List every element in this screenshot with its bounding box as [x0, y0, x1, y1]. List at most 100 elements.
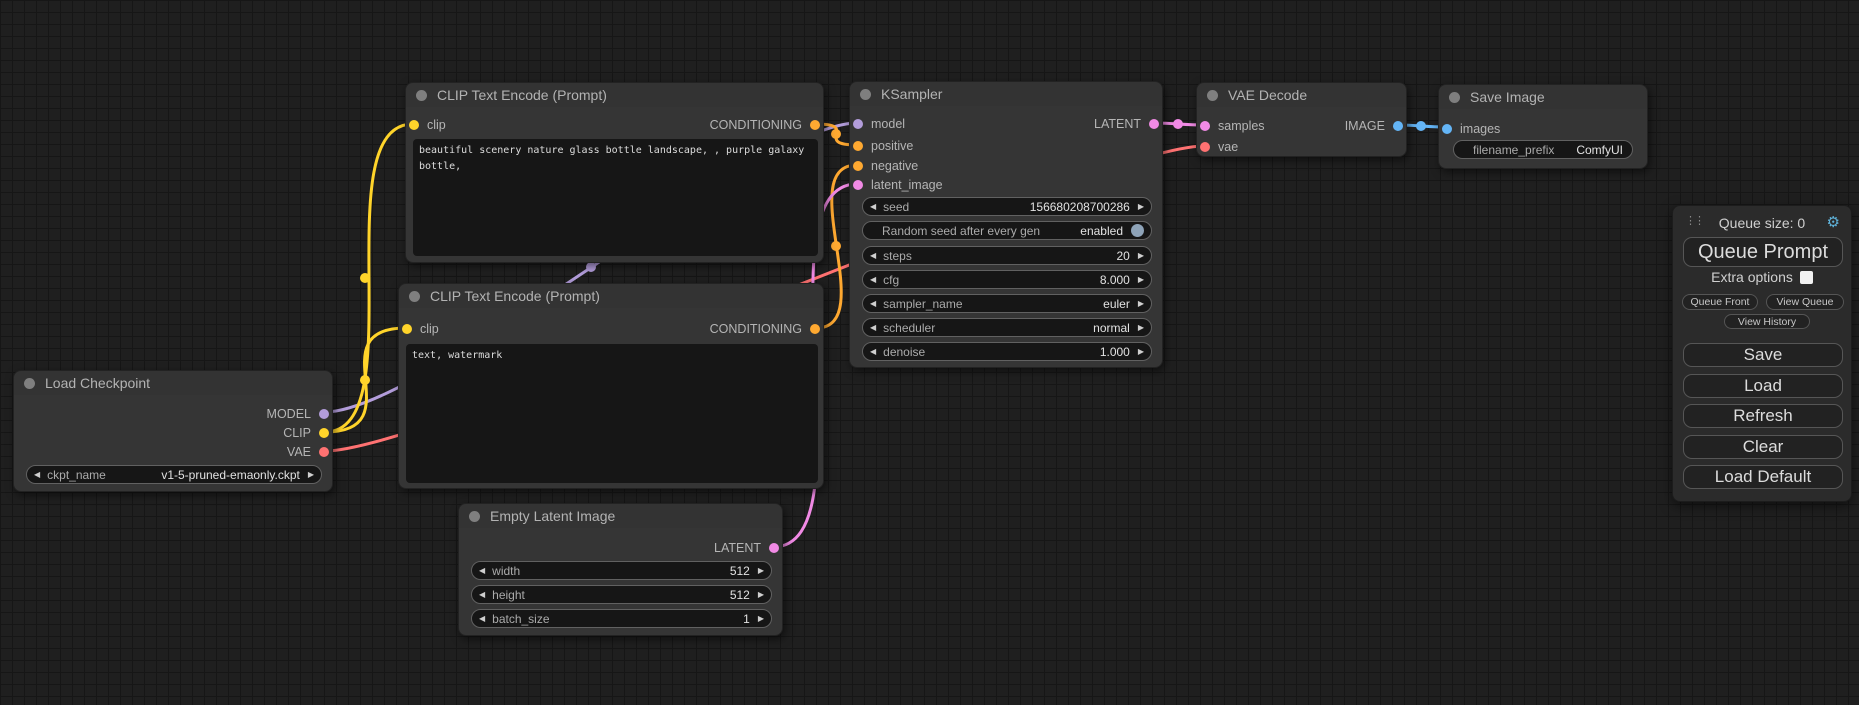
decrement-arrow-icon[interactable]: ◀: [870, 252, 876, 260]
node-collapse-dot[interactable]: [469, 511, 480, 522]
widget-value[interactable]: v1-5-pruned-emaonly.ckpt: [161, 468, 300, 482]
node-empty-latent-image[interactable]: Empty Latent Image LATENT ◀ width 512 ▶ …: [458, 503, 783, 636]
node-save-image[interactable]: Save Image images filename_prefix ComfyU…: [1438, 84, 1648, 169]
increment-arrow-icon[interactable]: ▶: [758, 615, 764, 623]
decrement-arrow-icon[interactable]: ◀: [870, 348, 876, 356]
input-slot-clip[interactable]: [409, 120, 419, 130]
input-slot-positive[interactable]: [853, 141, 863, 151]
next-value-arrow-icon[interactable]: ▶: [308, 471, 314, 479]
node-titlebar[interactable]: KSampler: [850, 82, 1162, 106]
widget-label: denoise: [883, 345, 925, 359]
node-graph-canvas[interactable]: Load Checkpoint MODEL CLIP VAE ◀ ckpt_na…: [0, 0, 1859, 705]
node-titlebar[interactable]: VAE Decode: [1197, 83, 1406, 107]
node-collapse-dot[interactable]: [860, 89, 871, 100]
node-titlebar[interactable]: CLIP Text Encode (Prompt): [399, 284, 823, 308]
widget-value[interactable]: 156680208700286: [1030, 200, 1130, 214]
decrement-arrow-icon[interactable]: ◀: [870, 300, 876, 308]
increment-arrow-icon[interactable]: ▶: [758, 591, 764, 599]
denoise-widget[interactable]: ◀ denoise 1.000 ▶: [862, 342, 1152, 361]
width-widget[interactable]: ◀ width 512 ▶: [471, 561, 772, 580]
seed-widget[interactable]: ◀ seed 156680208700286 ▶: [862, 197, 1152, 216]
height-widget[interactable]: ◀ height 512 ▶: [471, 585, 772, 604]
node-titlebar[interactable]: CLIP Text Encode (Prompt): [406, 83, 823, 107]
increment-arrow-icon[interactable]: ▶: [1138, 276, 1144, 284]
scheduler-widget[interactable]: ◀ scheduler normal ▶: [862, 318, 1152, 337]
increment-arrow-icon[interactable]: ▶: [1138, 324, 1144, 332]
filename-prefix-widget[interactable]: filename_prefix ComfyUI: [1453, 140, 1633, 159]
queue-front-button[interactable]: Queue Front: [1682, 294, 1758, 310]
decrement-arrow-icon[interactable]: ◀: [479, 567, 485, 575]
output-slot-latent[interactable]: [769, 543, 779, 553]
cfg-widget[interactable]: ◀ cfg 8.000 ▶: [862, 270, 1152, 289]
widget-value[interactable]: 512: [730, 564, 750, 578]
output-slot-clip[interactable]: [319, 428, 329, 438]
decrement-arrow-icon[interactable]: ◀: [479, 615, 485, 623]
prompt-text-negative[interactable]: text, watermark: [406, 344, 818, 483]
input-slot-images[interactable]: [1442, 124, 1452, 134]
node-collapse-dot[interactable]: [24, 378, 35, 389]
increment-arrow-icon[interactable]: ▶: [1138, 348, 1144, 356]
input-label-clip: clip: [427, 118, 446, 132]
random-seed-toggle[interactable]: [1131, 224, 1144, 237]
node-clip-text-encode-positive[interactable]: CLIP Text Encode (Prompt) clip CONDITION…: [405, 82, 824, 263]
view-history-button[interactable]: View History: [1724, 314, 1810, 329]
queue-prompt-button[interactable]: Queue Prompt: [1683, 237, 1843, 267]
node-clip-text-encode-negative[interactable]: CLIP Text Encode (Prompt) clip CONDITION…: [398, 283, 824, 489]
input-slot-model[interactable]: [853, 119, 863, 129]
node-ksampler[interactable]: KSampler model positive negative latent_…: [849, 81, 1163, 368]
widget-value[interactable]: euler: [1103, 297, 1130, 311]
increment-arrow-icon[interactable]: ▶: [1138, 300, 1144, 308]
save-button[interactable]: Save: [1683, 343, 1843, 367]
node-titlebar[interactable]: Empty Latent Image: [459, 504, 782, 528]
input-slot-negative[interactable]: [853, 161, 863, 171]
node-titlebar[interactable]: Load Checkpoint: [14, 371, 332, 395]
widget-value[interactable]: normal: [1093, 321, 1130, 335]
increment-arrow-icon[interactable]: ▶: [1138, 252, 1144, 260]
decrement-arrow-icon[interactable]: ◀: [870, 324, 876, 332]
widget-value[interactable]: 20: [1116, 249, 1129, 263]
wire-dot-cond1: [831, 129, 841, 139]
increment-arrow-icon[interactable]: ▶: [1138, 203, 1144, 211]
node-titlebar[interactable]: Save Image: [1439, 85, 1647, 109]
settings-gear-icon[interactable]: ⚙: [1827, 213, 1840, 231]
widget-label: ckpt_name: [47, 468, 106, 482]
input-slot-vae[interactable]: [1200, 142, 1210, 152]
sampler-name-widget[interactable]: ◀ sampler_name euler ▶: [862, 294, 1152, 313]
input-slot-latent-image[interactable]: [853, 180, 863, 190]
widget-value[interactable]: 1: [743, 612, 750, 626]
output-slot-model[interactable]: [319, 409, 329, 419]
load-button[interactable]: Load: [1683, 374, 1843, 398]
batch-size-widget[interactable]: ◀ batch_size 1 ▶: [471, 609, 772, 628]
output-slot-latent[interactable]: [1149, 119, 1159, 129]
node-collapse-dot[interactable]: [1207, 90, 1218, 101]
view-queue-button[interactable]: View Queue: [1766, 294, 1844, 310]
decrement-arrow-icon[interactable]: ◀: [479, 591, 485, 599]
clear-button[interactable]: Clear: [1683, 435, 1843, 459]
decrement-arrow-icon[interactable]: ◀: [870, 203, 876, 211]
prev-value-arrow-icon[interactable]: ◀: [34, 471, 40, 479]
widget-value[interactable]: 8.000: [1100, 273, 1130, 287]
random-seed-widget[interactable]: Random seed after every gen enabled: [862, 221, 1152, 240]
node-collapse-dot[interactable]: [416, 90, 427, 101]
output-slot-image[interactable]: [1393, 121, 1403, 131]
output-slot-vae[interactable]: [319, 447, 329, 457]
load-default-button[interactable]: Load Default: [1683, 465, 1843, 489]
prompt-text-positive[interactable]: beautiful scenery nature glass bottle la…: [413, 139, 818, 256]
decrement-arrow-icon[interactable]: ◀: [870, 276, 876, 284]
widget-value[interactable]: 512: [730, 588, 750, 602]
node-vae-decode[interactable]: VAE Decode samples vae IMAGE: [1196, 82, 1407, 157]
input-slot-samples[interactable]: [1200, 121, 1210, 131]
node-load-checkpoint[interactable]: Load Checkpoint MODEL CLIP VAE ◀ ckpt_na…: [13, 370, 333, 492]
steps-widget[interactable]: ◀ steps 20 ▶: [862, 246, 1152, 265]
node-collapse-dot[interactable]: [409, 291, 420, 302]
refresh-button[interactable]: Refresh: [1683, 404, 1843, 428]
widget-value[interactable]: 1.000: [1100, 345, 1130, 359]
extra-options-checkbox[interactable]: [1800, 271, 1813, 284]
increment-arrow-icon[interactable]: ▶: [758, 567, 764, 575]
ckpt-name-widget[interactable]: ◀ ckpt_name v1-5-pruned-emaonly.ckpt ▶: [26, 465, 322, 484]
widget-value[interactable]: ComfyUI: [1576, 143, 1623, 157]
output-slot-conditioning[interactable]: [810, 324, 820, 334]
node-collapse-dot[interactable]: [1449, 92, 1460, 103]
output-slot-conditioning[interactable]: [810, 120, 820, 130]
input-slot-clip[interactable]: [402, 324, 412, 334]
